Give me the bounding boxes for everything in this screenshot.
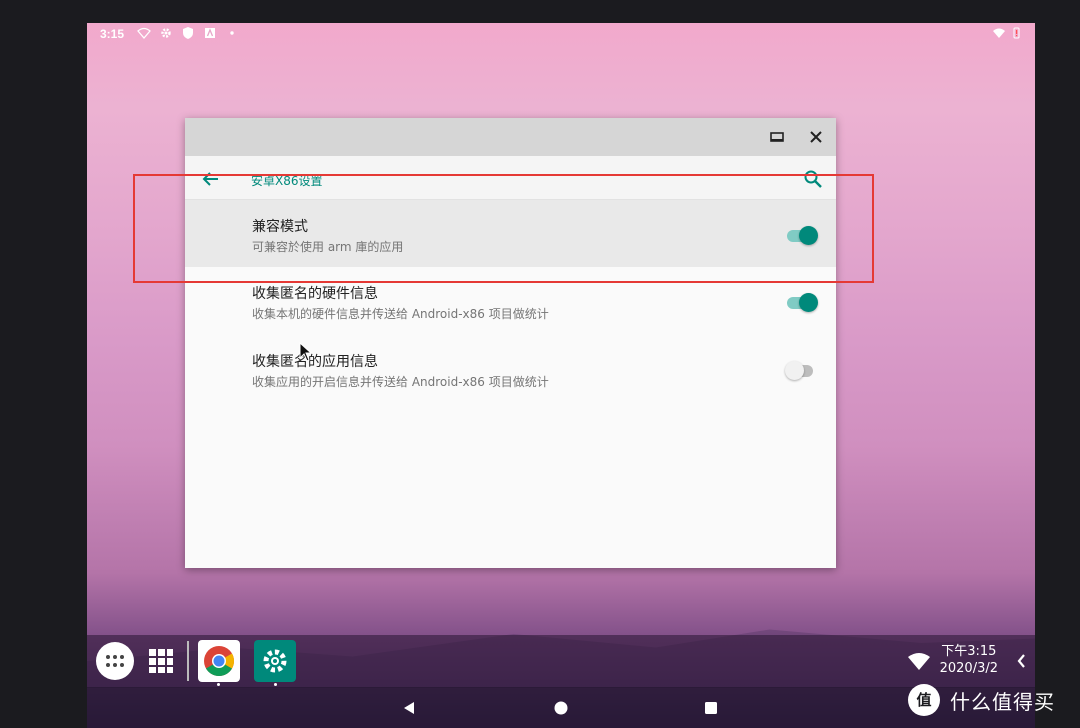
pref-title: 收集匿名的应用信息 [252, 354, 378, 370]
battery-alert-icon [1009, 26, 1023, 40]
desktop: 3:15 安卓X86设置 兼容模式 可兼容於使用 arm 庫的应用 收集匿名的硬… [87, 23, 1035, 728]
maximize-icon[interactable] [767, 127, 787, 147]
pref-title: 收集匿名的硬件信息 [252, 286, 378, 302]
gear-icon [159, 26, 173, 40]
hardware-info-switch[interactable] [785, 292, 819, 312]
settings-icon[interactable] [254, 640, 296, 682]
running-indicator [217, 683, 220, 686]
grid-icon[interactable] [147, 647, 175, 675]
clock-date: 2020/3/2 [939, 661, 998, 676]
pref-summary: 收集应用的开启信息并传送给 Android-x86 项目做统计 [252, 375, 549, 389]
nav-back-icon[interactable] [400, 699, 418, 717]
close-icon[interactable] [806, 127, 826, 147]
chevron-left-icon[interactable] [1015, 653, 1029, 669]
window-titlebar[interactable] [185, 118, 836, 156]
status-bar: 3:15 [87, 23, 1035, 45]
mouse-cursor-icon [299, 341, 313, 362]
nav-home-icon[interactable] [552, 699, 570, 717]
pref-app-info[interactable]: 收集匿名的应用信息 收集应用的开启信息并传送给 Android-x86 项目做统… [185, 335, 836, 402]
dot-icon [225, 26, 239, 40]
chrome-icon[interactable] [198, 640, 240, 682]
shield-icon [181, 26, 195, 40]
status-time: 3:15 [100, 27, 125, 41]
signal-off-icon [137, 26, 151, 40]
taskbar-clock[interactable]: 下午3:15 2020/3/2 [940, 643, 998, 677]
pref-summary: 收集本机的硬件信息并传送给 Android-x86 项目做统计 [252, 307, 549, 321]
watermark-text: 什么值得买 [950, 690, 1055, 714]
font-icon [203, 26, 217, 40]
wifi-icon[interactable] [907, 651, 931, 671]
apps-icon[interactable] [96, 642, 134, 680]
taskbar: 下午3:15 2020/3/2 [87, 635, 1035, 687]
taskbar-divider [187, 641, 189, 681]
nav-recents-icon[interactable] [702, 699, 720, 717]
highlight-annotation-box [133, 174, 874, 283]
navigation-bar [87, 687, 1035, 728]
clock-time: 下午3:15 [941, 644, 997, 659]
watermark-logo: 值 [908, 684, 940, 716]
wifi-icon [992, 26, 1006, 40]
running-indicator [274, 683, 277, 686]
app-info-switch[interactable] [785, 360, 819, 380]
